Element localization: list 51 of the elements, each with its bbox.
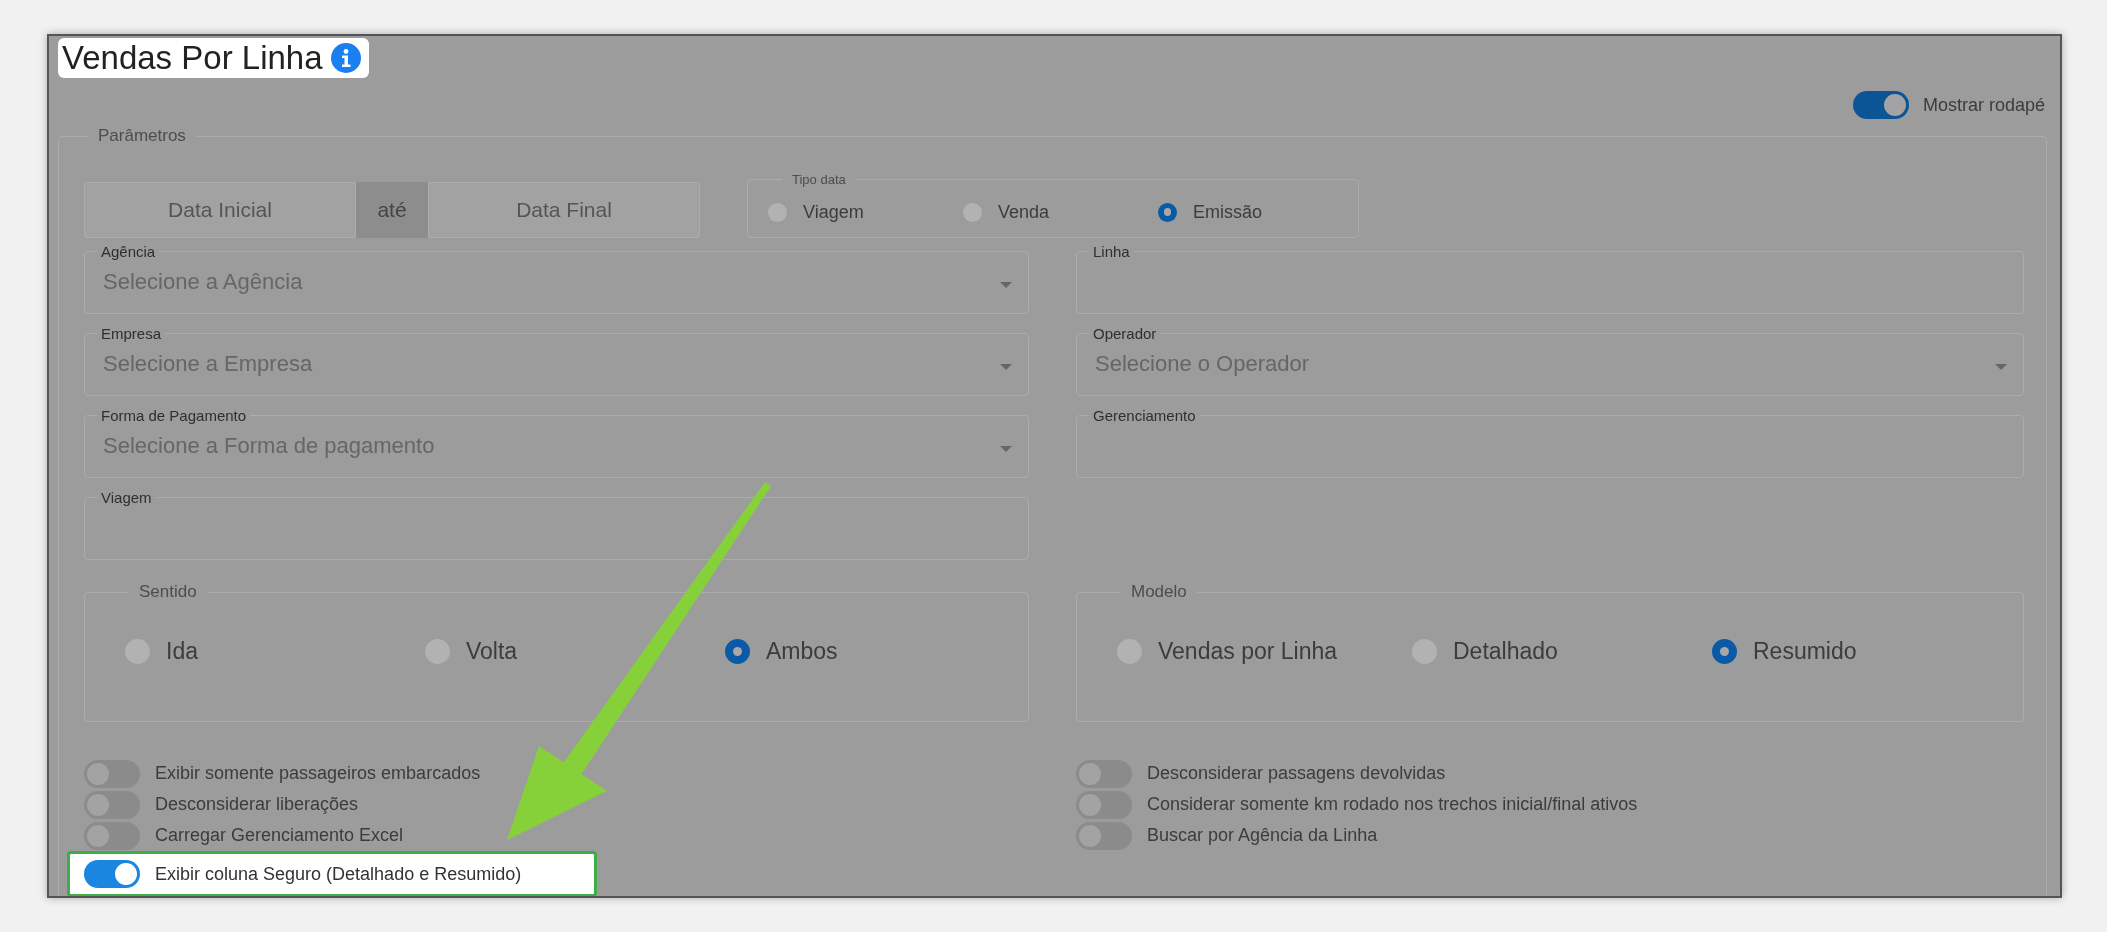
caret-icon (1000, 444, 1012, 453)
radio-label: Volta (466, 638, 518, 665)
radio-label: Venda (998, 201, 1050, 223)
toggle-label: Carregar Gerenciamento Excel (155, 825, 404, 846)
field-label: Viagem (100, 489, 153, 506)
group-legend: Sentido (129, 582, 207, 602)
input-field[interactable]: Linha (1076, 243, 2024, 314)
field-label: Operador (1092, 325, 1158, 342)
group-legend: Modelo (1121, 582, 1197, 602)
group-legend: Tipo data (782, 172, 856, 187)
toggle-switch[interactable] (84, 790, 140, 819)
input-field[interactable]: Viagem (84, 489, 1029, 560)
radio-button[interactable] (725, 639, 750, 664)
toggle-label: Buscar por Agência da Linha (1147, 825, 1378, 846)
field-label: Empresa (100, 325, 163, 342)
toggle-switch[interactable] (84, 821, 140, 850)
input-field[interactable]: Gerenciamento (1076, 407, 2024, 478)
caret-icon (1995, 362, 2007, 371)
toggle-switch[interactable] (84, 759, 140, 788)
field-label: Gerenciamento (1092, 407, 1197, 424)
radio-label: Emissão (1193, 201, 1263, 223)
toggle-label: Mostrar rodapé (1922, 94, 2045, 116)
radio-button[interactable] (1712, 639, 1737, 664)
end-date-field[interactable]: Data Final (429, 182, 700, 238)
toggle-label: Desconsiderar liberações (155, 794, 359, 815)
toggle-switch[interactable] (1852, 91, 1909, 119)
toggle-label: Exibir coluna Seguro (Detalhado e Resumido) (155, 863, 522, 885)
range-separator: até (355, 182, 429, 238)
radio-label: Ida (166, 638, 198, 665)
radio-label: Ambos (766, 638, 838, 665)
toggle-label: Desconsiderar passagens devolvidas (1147, 763, 1446, 784)
field-label: Agência (100, 243, 157, 260)
radio-label: Vendas por Linha (1158, 638, 1338, 665)
radio-button[interactable] (1158, 202, 1177, 222)
toggle-label: Considerar somente km rodado nos trechos inicial/final ativos (1147, 794, 1638, 815)
toggle-switch[interactable] (1076, 759, 1132, 788)
toggle-label: Exibir somente passageiros embarcados (155, 763, 481, 784)
caret-icon (1000, 280, 1012, 289)
field-label: Linha (1092, 243, 1131, 260)
radio-label: Viagem (803, 201, 864, 223)
toggle-switch[interactable] (1076, 821, 1132, 850)
panel-legend: Parâmetros (88, 126, 196, 146)
toggle-switch[interactable] (1076, 790, 1132, 819)
radio-label: Resumido (1753, 638, 1857, 665)
start-date-field[interactable]: Data Inicial (84, 182, 355, 238)
toggle-switch[interactable] (84, 860, 140, 888)
info-icon[interactable] (330, 43, 361, 73)
page-title: Vendas Por Linha (62, 39, 323, 77)
caret-icon (1000, 362, 1012, 371)
field-label: Forma de Pagamento (100, 407, 248, 424)
radio-label: Detalhado (1453, 638, 1558, 665)
